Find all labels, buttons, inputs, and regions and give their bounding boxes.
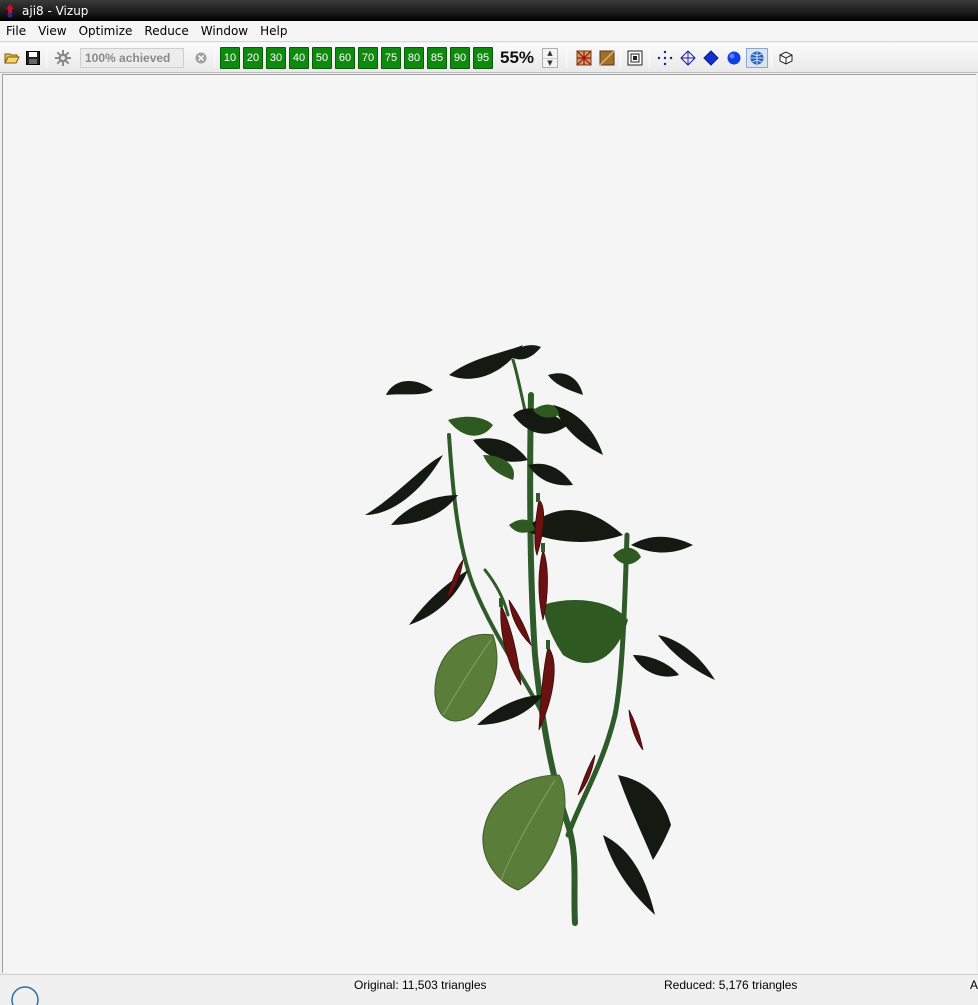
preset-30-button[interactable]: 30 xyxy=(266,47,286,69)
reduce-button[interactable] xyxy=(53,48,73,68)
menu-reduce[interactable]: Reduce xyxy=(138,21,194,42)
menu-bar: File View Optimize Reduce Window Help xyxy=(0,21,978,42)
toolbar-separator xyxy=(649,48,650,68)
points-icon xyxy=(657,50,673,66)
status-bar: Original: 11,503 triangles Reduced: 5,17… xyxy=(0,974,978,1005)
menu-file[interactable]: File xyxy=(0,21,32,42)
preset-80-button[interactable]: 80 xyxy=(404,47,424,69)
reduced-triangles: Reduced: 5,176 triangles xyxy=(664,978,798,992)
bounding-box-button[interactable] xyxy=(776,48,796,68)
spinner-up-icon[interactable]: ▲ xyxy=(543,49,557,58)
smooth-mode-button[interactable] xyxy=(724,48,744,68)
toolbar-separator xyxy=(771,48,772,68)
viewport-3d[interactable] xyxy=(2,74,976,973)
preset-20-button[interactable]: 20 xyxy=(243,47,263,69)
window-icon xyxy=(627,50,643,66)
open-button[interactable] xyxy=(3,48,21,68)
app-icon xyxy=(6,3,14,17)
toolbar-separator xyxy=(46,48,47,68)
gear-icon xyxy=(55,50,71,66)
preset-70-button[interactable]: 70 xyxy=(358,47,378,69)
menu-help[interactable]: Help xyxy=(254,21,293,42)
stop-icon xyxy=(195,52,207,64)
folder-open-icon xyxy=(4,53,20,64)
flat-shading-icon xyxy=(703,50,719,66)
preset-10-button[interactable]: 10 xyxy=(220,47,240,69)
title-bar: aji8 - Vizup xyxy=(0,0,978,21)
preset-90-button[interactable]: 90 xyxy=(450,47,470,69)
toolbar-separator xyxy=(214,48,215,68)
edges-icon xyxy=(680,50,696,66)
preset-40-button[interactable]: 40 xyxy=(289,47,309,69)
status-globe-icon xyxy=(11,986,39,1005)
menu-window[interactable]: Window xyxy=(195,21,254,42)
points-mode-button[interactable] xyxy=(655,48,675,68)
bounding-box-icon xyxy=(779,51,793,65)
toolbar-separator xyxy=(620,48,621,68)
pepper-plant-model xyxy=(365,345,715,926)
preset-95-button[interactable]: 95 xyxy=(473,47,493,69)
preset-60-button[interactable]: 60 xyxy=(335,47,355,69)
smooth-shading-icon xyxy=(727,51,741,65)
spinner-down-icon[interactable]: ▼ xyxy=(543,58,557,67)
status-extra: A xyxy=(970,978,978,992)
texture-icon xyxy=(599,50,615,66)
preset-50-button[interactable]: 50 xyxy=(312,47,332,69)
toolbar: 100% achieved 10 20 30 40 50 60 70 75 80… xyxy=(0,43,978,73)
preset-75-button[interactable]: 75 xyxy=(381,47,401,69)
achieved-status: 100% achieved xyxy=(80,48,184,68)
preset-85-button[interactable]: 85 xyxy=(427,47,447,69)
edges-mode-button[interactable] xyxy=(678,48,698,68)
wireframe-button[interactable] xyxy=(574,48,594,68)
textured-mode-button[interactable] xyxy=(746,48,768,68)
stop-button[interactable] xyxy=(193,48,209,68)
menu-view[interactable]: View xyxy=(32,21,72,42)
save-button[interactable] xyxy=(24,48,42,68)
window-title: aji8 - Vizup xyxy=(22,3,89,18)
textured-sphere-icon xyxy=(750,51,764,65)
window-button[interactable] xyxy=(625,48,645,68)
original-triangles: Original: 11,503 triangles xyxy=(354,978,487,992)
menu-optimize[interactable]: Optimize xyxy=(73,21,139,42)
save-icon xyxy=(26,51,40,65)
reduction-percent[interactable]: 55% xyxy=(500,47,534,69)
flat-mode-button[interactable] xyxy=(701,48,721,68)
wireframe-grid-icon xyxy=(576,50,592,66)
percent-spinner[interactable]: ▲ ▼ xyxy=(542,48,558,68)
texture-button[interactable] xyxy=(597,48,617,68)
toolbar-separator xyxy=(566,48,567,68)
